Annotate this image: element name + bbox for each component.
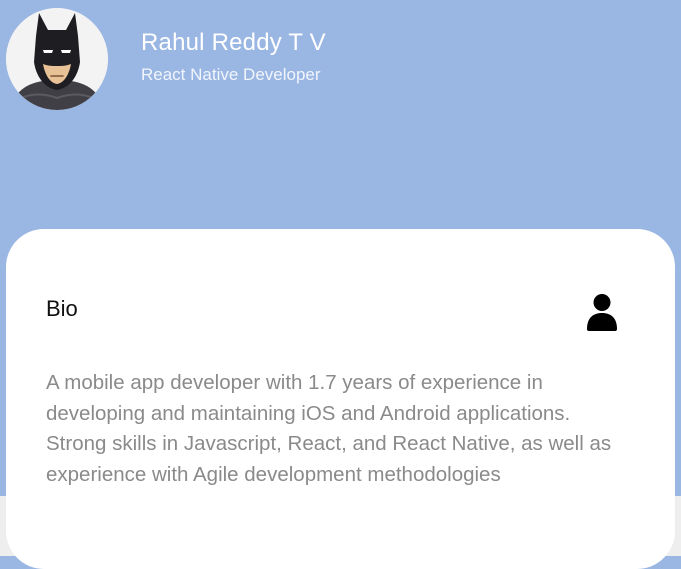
bio-text: A mobile app developer with 1.7 years of… <box>46 371 612 486</box>
bio-card: Bio A mobile app developer with 1.7 year… <box>6 229 675 569</box>
profile-name: Rahul Reddy T V <box>141 29 326 56</box>
user-icon[interactable] <box>586 293 618 331</box>
profile-header: Rahul Reddy T V React Native Developer <box>0 0 681 240</box>
avatar[interactable] <box>6 8 108 110</box>
bio-title: Bio <box>46 296 78 321</box>
user-silhouette-icon <box>587 294 617 331</box>
profile-role: React Native Developer <box>141 65 321 84</box>
batman-avatar-icon <box>6 8 108 110</box>
